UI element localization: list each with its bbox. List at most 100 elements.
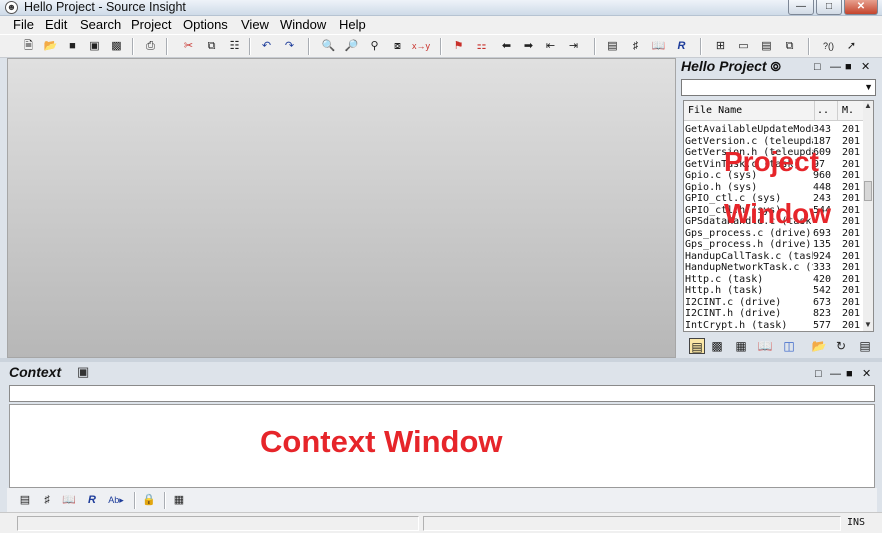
undo-icon[interactable]: ↶ [258, 39, 275, 54]
symbol-list-icon[interactable]: ▩ [709, 338, 725, 354]
open-folder-icon[interactable]: 📂 [42, 39, 59, 54]
file-list-header: File Name .. M. [684, 101, 864, 121]
details-icon[interactable]: ▤ [857, 338, 873, 354]
list-item[interactable]: Gps_process.c (drive) 693 201 [684, 228, 864, 240]
pane-minimize-icon[interactable]: — [830, 61, 841, 73]
project-window-toolbar: ▤ ▩ ▦ 📖 ◫ 📂 ↻ ▤ [685, 338, 875, 356]
abbreviation-icon[interactable]: Ab▸ [108, 492, 124, 508]
context-close-icon[interactable]: ✕ [862, 368, 871, 380]
help-pointer-icon[interactable]: ➚ [843, 39, 860, 54]
paste-icon[interactable]: ☷ [226, 39, 243, 54]
list-item[interactable]: Http.c (task) 420 201 [684, 274, 864, 286]
list-item[interactable]: HandupCallTask.c (task 924 201 [684, 251, 864, 263]
context-minimize-icon[interactable]: — [830, 368, 841, 380]
project-filter-combo[interactable]: ▼ [681, 79, 876, 96]
maximize-button[interactable]: □ [816, 0, 842, 15]
main-toolbar: 🗎 📂 ■ ▣ ▩ ⎙ ✂ ⧉ ☷ ↶ ↷ 🔍 🔎 ⚲ ⧇ x→y ⚑ ⚏ ⬅ … [0, 34, 882, 58]
relation-icon[interactable]: R [673, 39, 690, 54]
replace-icon[interactable]: ⧇ [389, 39, 406, 54]
scroll-thumb[interactable] [864, 181, 872, 201]
tile-grid-icon[interactable]: ⊞ [712, 39, 729, 54]
save-as-icon[interactable]: ▣ [86, 39, 103, 54]
context-window-icon: ▣ [77, 364, 90, 379]
browse-book-icon[interactable]: 📖 [61, 492, 77, 508]
context-pin-icon[interactable]: □ [815, 368, 822, 380]
list-item[interactable]: Gps_process.h (drive) 135 201 [684, 239, 864, 251]
jump-forward-icon[interactable]: ⇥ [565, 39, 582, 54]
context-maximize-icon[interactable]: ■ [846, 368, 853, 380]
menu-view[interactable]: View [241, 17, 269, 33]
close-button[interactable]: ✕ [844, 0, 878, 15]
print-icon[interactable]: ⎙ [142, 39, 159, 54]
cascade-icon[interactable]: ⧉ [781, 39, 798, 54]
scroll-up-icon[interactable]: ▲ [864, 101, 872, 110]
search-project-icon[interactable]: x→y [412, 39, 430, 54]
symbol-window-icon[interactable]: ▤ [17, 492, 33, 508]
bookmark-icon[interactable]: ⚑ [450, 39, 467, 54]
save-icon[interactable]: ■ [64, 39, 81, 54]
back-arrow-icon[interactable]: ⬅ [498, 39, 515, 54]
context-window: Context ▣ □ — ■ ✕ Context Window [7, 362, 877, 488]
window-single-icon[interactable]: ▭ [735, 39, 752, 54]
project-window-overlay-label-2: Window [724, 198, 832, 229]
color-grid-icon[interactable]: ◫ [781, 338, 797, 354]
browse-book-icon[interactable]: 📖 [757, 338, 773, 354]
browse-book-icon[interactable]: 📖 [650, 39, 667, 54]
menu-window[interactable]: Window [280, 17, 326, 33]
minimize-button[interactable]: — [788, 0, 814, 15]
project-file-list[interactable]: File Name .. M. GetAvailableUpdateModu 34… [683, 100, 874, 332]
column-modified[interactable]: M. [842, 105, 854, 116]
chevron-down-icon[interactable]: ▼ [864, 82, 873, 92]
file-list-view-icon[interactable]: ▤ [689, 338, 705, 354]
open-folder-icon[interactable]: 📂 [811, 338, 827, 354]
menu-file[interactable]: File [13, 17, 34, 33]
forward-arrow-icon[interactable]: ➡ [520, 39, 537, 54]
lock-icon[interactable]: 🔒 [141, 492, 157, 508]
list-item[interactable]: Gpio.h (sys) 448 201 [684, 182, 864, 194]
list-item[interactable]: GetAvailableUpdateModu 343 201 [684, 124, 864, 136]
list-item[interactable]: IntCrypt.h (task) 577 201 [684, 320, 864, 332]
pane-pin-icon[interactable]: □ [814, 61, 821, 73]
list-item[interactable]: I2CINT.c (drive) 673 201 [684, 297, 864, 309]
new-relation-icon[interactable]: ♯ [627, 39, 644, 54]
scroll-down-icon[interactable]: ▼ [864, 320, 872, 329]
find-next-icon[interactable]: 🔎 [343, 39, 360, 54]
list-item[interactable]: I2CINT.h (drive) 823 201 [684, 308, 864, 320]
relation-icon[interactable]: R [84, 492, 100, 508]
editor-area[interactable] [7, 58, 676, 358]
cut-icon[interactable]: ✂ [180, 39, 197, 54]
context-symbol-field[interactable] [9, 385, 875, 402]
pane-close-icon[interactable]: ✕ [861, 61, 870, 73]
column-file-name[interactable]: File Name [688, 105, 742, 116]
redo-icon[interactable]: ↷ [281, 39, 298, 54]
properties-icon[interactable]: ▦ [171, 492, 187, 508]
bookmark-list-icon[interactable]: ⚏ [473, 39, 490, 54]
refresh-icon[interactable]: ↻ [833, 338, 849, 354]
menu-help[interactable]: Help [339, 17, 366, 33]
symbol-window-icon[interactable]: ▤ [604, 39, 621, 54]
list-item[interactable]: Http.h (task) 542 201 [684, 285, 864, 297]
find-icon[interactable]: 🔍 [320, 39, 337, 54]
list-item[interactable]: HandupNetworkTask.c (t 333 201 [684, 262, 864, 274]
menu-options[interactable]: Options [183, 17, 228, 33]
column-size[interactable]: .. [817, 105, 829, 116]
app-icon: ☻ [5, 1, 18, 14]
find-previous-icon[interactable]: ⚲ [366, 39, 383, 54]
menu-edit[interactable]: Edit [45, 17, 67, 33]
new-relation-icon[interactable]: ♯ [39, 492, 55, 508]
tile-horizontal-icon[interactable]: ▤ [758, 39, 775, 54]
title-bar: ☻ Hello Project - Source Insight — □ ✕ [0, 0, 882, 16]
file-list-scrollbar[interactable]: ▲ ▼ [863, 101, 873, 331]
menu-search[interactable]: Search [80, 17, 121, 33]
new-file-icon[interactable]: 🗎 [20, 39, 37, 54]
save-all-icon[interactable]: ▩ [108, 39, 125, 54]
menu-bar: File Edit Search Project Options View Wi… [0, 16, 882, 34]
copy-icon[interactable]: ⧉ [203, 39, 220, 54]
jump-back-icon[interactable]: ⇤ [542, 39, 559, 54]
menu-project[interactable]: Project [131, 17, 171, 33]
context-help-icon[interactable]: ?() [820, 39, 837, 54]
pane-maximize-icon[interactable]: ■ [845, 61, 852, 73]
context-content[interactable]: Context Window [9, 404, 875, 488]
category-grid-icon[interactable]: ▦ [733, 338, 749, 354]
project-window-overlay-label: Project [724, 146, 819, 177]
